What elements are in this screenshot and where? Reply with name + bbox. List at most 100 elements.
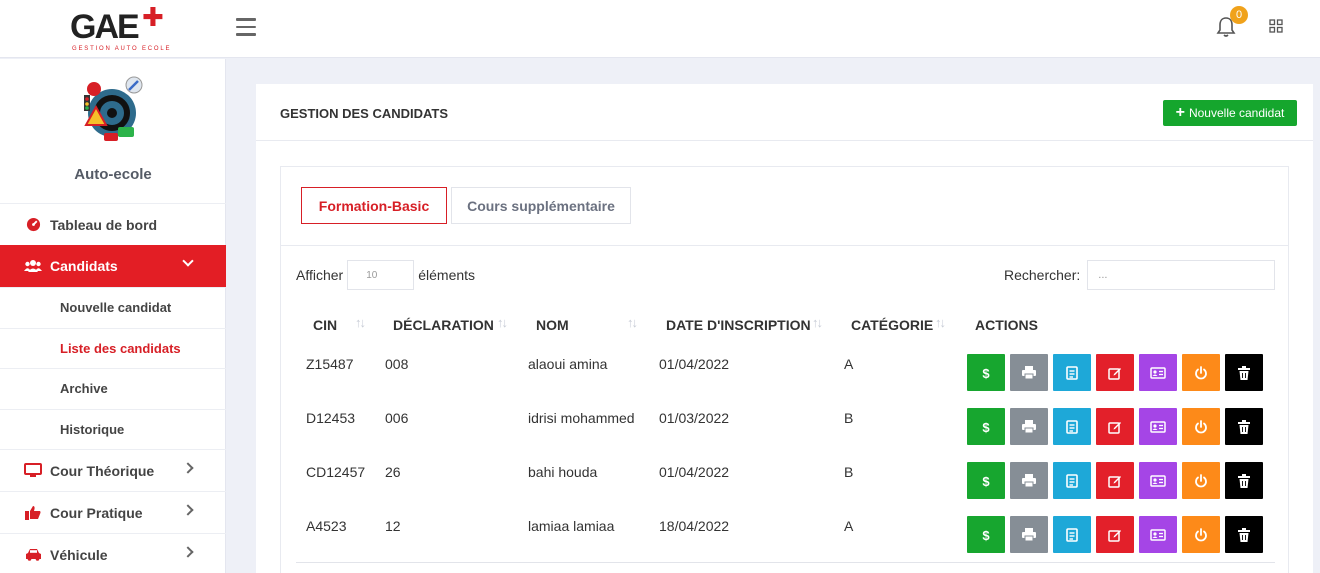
delete-button[interactable] (1225, 462, 1263, 499)
menu-toggle-icon[interactable] (236, 18, 256, 36)
sidebar-nav: Tableau de bord Candidats Nouvelle candi… (0, 203, 226, 573)
notification-badge: 0 (1230, 6, 1248, 24)
length-suffix: éléments (418, 267, 476, 283)
logo-plus-icon: ✚ (142, 2, 164, 32)
row-actions: $ (967, 462, 1268, 499)
cell-date: 18/04/2022 (659, 518, 730, 534)
sort-icon[interactable]: ↑↓ (812, 315, 823, 330)
document-button[interactable] (1053, 408, 1091, 445)
column-header-cin[interactable]: CIN (313, 317, 337, 333)
tab-cours-supplementaire[interactable]: Cours supplémentaire (451, 187, 631, 224)
cell-declaration: 008 (385, 356, 409, 372)
sidebar-subitem-liste-des-candidats[interactable]: Liste des candidats (0, 327, 226, 369)
page-title: GESTION DES CANDIDATS (280, 106, 449, 121)
id-card-button[interactable] (1139, 354, 1177, 391)
sidebar-item-tableau-de-bord[interactable]: Tableau de bord (0, 203, 226, 245)
delete-button[interactable] (1225, 516, 1263, 553)
document-button[interactable] (1053, 354, 1091, 391)
page-length-control: Afficher 10 éléments (296, 260, 475, 290)
svg-text:$: $ (982, 420, 990, 434)
edit-button[interactable] (1096, 516, 1134, 553)
length-prefix: Afficher (296, 267, 344, 283)
sort-icon[interactable]: ↑↓ (497, 315, 508, 330)
edit-button[interactable] (1096, 462, 1134, 499)
apps-grid-icon[interactable] (1269, 19, 1283, 33)
sidebar-item-cour-pratique[interactable]: Cour Pratique (0, 491, 226, 533)
toggle-status-button[interactable] (1182, 516, 1220, 553)
print-button[interactable] (1010, 462, 1048, 499)
sidebar-subitem-nouvelle-candidat[interactable]: Nouvelle candidat (0, 287, 226, 328)
delete-button[interactable] (1225, 354, 1263, 391)
print-button[interactable] (1010, 516, 1048, 553)
sort-icon[interactable]: ↑↓ (627, 315, 638, 330)
column-header-date-inscription[interactable]: DATE D'INSCRIPTION (666, 317, 811, 333)
sidebar-item-label: Cour Théorique (50, 462, 155, 479)
cell-declaration: 006 (385, 410, 409, 426)
sort-icon[interactable]: ↑↓ (355, 315, 366, 330)
document-button[interactable] (1053, 516, 1091, 553)
toggle-status-button[interactable] (1182, 354, 1220, 391)
sidebar-item-candidats[interactable]: Candidats (0, 245, 226, 287)
divider (281, 245, 1288, 246)
edit-icon (1108, 528, 1122, 542)
new-candidate-label: Nouvelle candidat (1188, 106, 1285, 120)
payment-button[interactable]: $ (967, 354, 1005, 391)
sidebar-subitem-archive[interactable]: Archive (0, 368, 226, 409)
app-logo[interactable]: GAE ✚ GESTION AUTO ECOLE (70, 2, 170, 54)
sidebar-item-label: Cour Pratique (50, 504, 143, 521)
trash-icon (1238, 527, 1250, 542)
toggle-status-button[interactable] (1182, 462, 1220, 499)
sidebar-item-vehicule[interactable]: Véhicule (0, 533, 226, 573)
page-length-select[interactable]: 10 (347, 260, 415, 290)
cell-date: 01/03/2022 (659, 410, 730, 426)
delete-button[interactable] (1225, 408, 1263, 445)
id-card-button[interactable] (1139, 516, 1177, 553)
search-input[interactable]: ... (1087, 260, 1276, 290)
cell-categorie: B (844, 410, 854, 426)
id-card-icon (1150, 474, 1166, 487)
column-header-declaration[interactable]: DÉCLARATION (393, 317, 494, 333)
svg-text:$: $ (982, 474, 990, 488)
file-icon (1066, 365, 1078, 380)
id-card-button[interactable] (1139, 462, 1177, 499)
users-icon (24, 258, 42, 274)
id-card-icon (1150, 366, 1166, 379)
payment-button[interactable]: $ (967, 408, 1005, 445)
logo-text: GAE (70, 8, 140, 46)
edit-icon (1108, 366, 1122, 380)
dollar-icon: $ (980, 420, 992, 434)
monitor-icon (24, 463, 42, 479)
cell-cin: CD12457 (306, 464, 366, 480)
id-card-icon (1150, 528, 1166, 541)
column-header-nom[interactable]: NOM (536, 317, 569, 333)
table-search: Rechercher: ... (1004, 260, 1276, 290)
sidebar-item-label: Tableau de bord (50, 216, 158, 233)
trash-icon (1238, 419, 1250, 434)
document-button[interactable] (1053, 462, 1091, 499)
chevron-right-icon (182, 504, 194, 516)
sidebar-item-cour-theorique[interactable]: Cour Théorique (0, 449, 226, 491)
top-bar: GAE ✚ GESTION AUTO ECOLE 0 (0, 0, 1320, 58)
search-label: Rechercher: (1004, 267, 1081, 283)
edit-button[interactable] (1096, 354, 1134, 391)
sidebar-subitem-historique[interactable]: Historique (0, 408, 226, 450)
id-card-button[interactable] (1139, 408, 1177, 445)
print-button[interactable] (1010, 408, 1048, 445)
power-icon (1194, 419, 1208, 434)
payment-button[interactable]: $ (967, 462, 1005, 499)
chevron-down-icon (182, 255, 194, 267)
column-header-categorie[interactable]: CATÉGORIE (851, 317, 933, 333)
payment-button[interactable]: $ (967, 516, 1005, 553)
new-candidate-button[interactable]: + Nouvelle candidat (1163, 100, 1297, 126)
divider (256, 140, 1313, 141)
file-icon (1066, 527, 1078, 542)
column-header-actions: ACTIONS (975, 317, 1038, 333)
divider (296, 562, 1275, 563)
edit-button[interactable] (1096, 408, 1134, 445)
tab-formation-basic[interactable]: Formation-Basic (301, 187, 447, 224)
dollar-icon: $ (980, 474, 992, 488)
print-button[interactable] (1010, 354, 1048, 391)
toggle-status-button[interactable] (1182, 408, 1220, 445)
sort-icon[interactable]: ↑↓ (935, 315, 946, 330)
power-icon (1194, 473, 1208, 488)
